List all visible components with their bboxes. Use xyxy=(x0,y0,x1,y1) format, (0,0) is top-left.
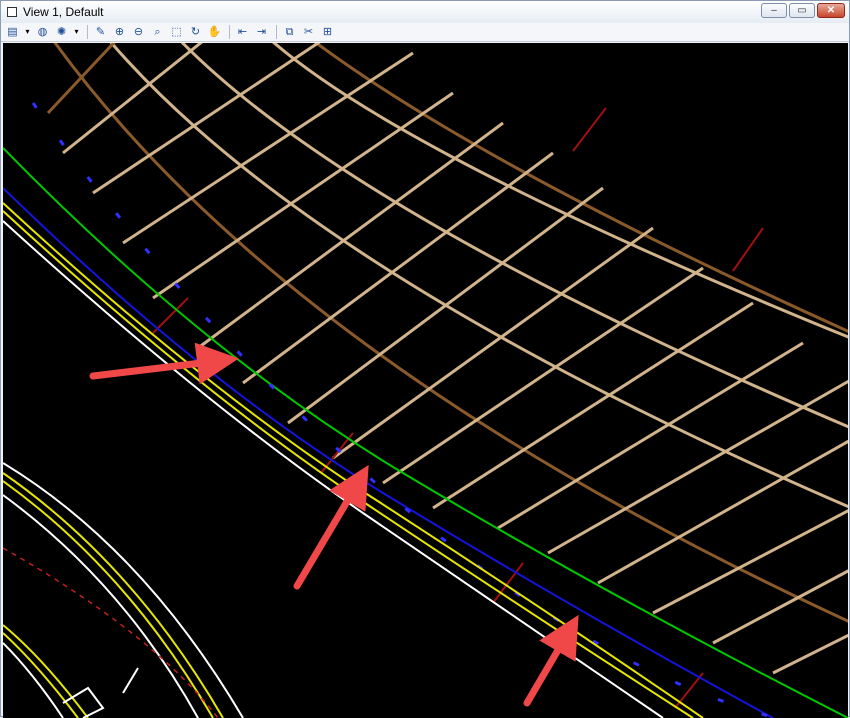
callout-arrows xyxy=(89,342,579,707)
callout-arrow xyxy=(293,464,369,590)
mesh-spoke xyxy=(652,509,848,615)
minimize-button[interactable]: – xyxy=(761,3,787,18)
red-tick xyxy=(732,227,764,272)
blue-dashed-line xyxy=(31,102,783,718)
mesh-spoke xyxy=(242,151,554,385)
rotate-view-icon[interactable]: ↻ xyxy=(187,24,204,40)
title-bar[interactable]: View 1, Default – ▭ ✕ xyxy=(1,1,849,23)
view-control-toolbar: ▤ ▾ ◍ ✺ ▾ ✎ ⊕ ⊖ ⌕ ⬚ ↻ ✋ ⇤ ⇥ ⧉ ✂ ⊞ xyxy=(1,23,849,42)
window-area-icon[interactable]: ⌕ xyxy=(149,24,166,40)
blue-boundary-line xyxy=(3,187,774,718)
white-line xyxy=(3,494,199,718)
callout-arrow xyxy=(89,342,239,385)
mesh-arc-4 xyxy=(313,43,848,333)
mesh-spoke xyxy=(122,51,414,245)
view-next-icon[interactable]: ⇥ xyxy=(253,24,270,40)
drawing-canvas[interactable] xyxy=(3,43,848,718)
lighting-dropdown-icon[interactable]: ▾ xyxy=(72,24,81,40)
toolbar-separator xyxy=(276,25,277,39)
mesh-spoke xyxy=(772,633,848,675)
window-title: View 1, Default xyxy=(23,5,104,19)
yellow-line xyxy=(3,480,214,718)
zoom-out-icon[interactable]: ⊖ xyxy=(130,24,147,40)
yellow-line xyxy=(3,624,89,718)
mesh-grid xyxy=(46,43,848,675)
yellow-line xyxy=(3,202,704,718)
zoom-in-icon[interactable]: ⊕ xyxy=(111,24,128,40)
mesh-spoke xyxy=(92,43,321,195)
yellow-road-lines xyxy=(3,202,704,718)
mesh-spoke xyxy=(62,43,203,155)
render-icon[interactable]: ◍ xyxy=(34,24,51,40)
view-attributes-dropdown-icon[interactable]: ▾ xyxy=(23,24,32,40)
lighting-icon[interactable]: ✺ xyxy=(53,24,70,40)
maximize-button[interactable]: ▭ xyxy=(789,3,815,18)
mesh-spoke xyxy=(332,226,654,460)
mesh-arc-outer-edge xyxy=(53,43,848,623)
window-menu-icon[interactable] xyxy=(7,7,17,17)
white-line xyxy=(122,667,139,694)
copy-view-icon[interactable]: ⧉ xyxy=(281,24,298,40)
mesh-spoke xyxy=(712,569,848,645)
mesh-spoke xyxy=(432,301,754,510)
view-attributes-icon[interactable]: ▤ xyxy=(4,24,21,40)
mesh-spoke xyxy=(382,266,704,485)
fit-view-icon[interactable]: ⬚ xyxy=(168,24,185,40)
green-edge-line xyxy=(3,147,848,718)
toolbar-separator xyxy=(229,25,230,39)
camera-settings-icon[interactable]: ⊞ xyxy=(319,24,336,40)
mesh-spoke xyxy=(287,186,604,425)
cad-drawing xyxy=(3,43,848,718)
clip-volume-icon[interactable]: ✂ xyxy=(300,24,317,40)
toolbar-separator xyxy=(87,25,88,39)
close-button[interactable]: ✕ xyxy=(817,3,845,18)
mesh-arc-2 xyxy=(180,43,848,429)
drawing-view-window: View 1, Default – ▭ ✕ ▤ ▾ ◍ ✺ ▾ ✎ ⊕ ⊖ ⌕ … xyxy=(0,0,850,718)
pan-view-icon[interactable]: ✋ xyxy=(206,24,223,40)
view-previous-icon[interactable]: ⇤ xyxy=(234,24,251,40)
yellow-line xyxy=(3,632,79,718)
mesh-spoke xyxy=(46,43,116,115)
callout-arrow xyxy=(523,614,579,707)
update-view-icon[interactable]: ✎ xyxy=(92,24,109,40)
red-tick xyxy=(572,107,607,152)
